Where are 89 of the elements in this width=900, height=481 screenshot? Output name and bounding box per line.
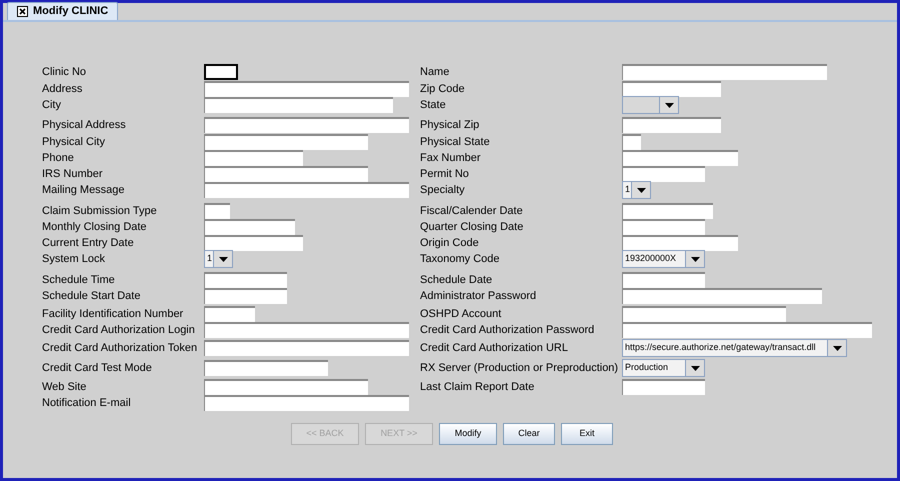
field-label: Permit No xyxy=(420,167,470,182)
caret-icon xyxy=(218,256,228,262)
caret-icon xyxy=(636,188,646,192)
field-label: Name xyxy=(420,65,450,80)
text-field[interactable] xyxy=(622,235,738,251)
field-label: Facility Identification Number xyxy=(42,307,184,322)
text-field[interactable] xyxy=(204,395,409,411)
text-field[interactable] xyxy=(204,272,287,288)
text-field[interactable] xyxy=(622,288,822,304)
text-field[interactable] xyxy=(204,166,368,182)
field-label: Taxonomy Code xyxy=(420,252,500,267)
field-label: Current Entry Date xyxy=(42,236,135,251)
field-label: Physical Zip xyxy=(420,118,480,133)
text-field[interactable] xyxy=(204,340,409,356)
dropdown[interactable]: 193200000X xyxy=(622,250,705,268)
field-label: Physical Address xyxy=(42,118,127,133)
field-label: Fax Number xyxy=(420,151,482,166)
field-label: Last Claim Report Date xyxy=(420,380,536,395)
text-field[interactable] xyxy=(622,322,872,338)
field-label: Credit Card Authorization URL xyxy=(420,341,569,356)
button[interactable]: Exit xyxy=(561,423,613,445)
text-field[interactable] xyxy=(622,81,721,97)
dropdown[interactable]: 1 xyxy=(204,250,233,268)
field-label: RX Server (Production or Preproduction) xyxy=(420,361,620,376)
text-field[interactable] xyxy=(622,117,721,133)
text-field[interactable] xyxy=(204,117,409,133)
field-label: Web Site xyxy=(42,380,88,395)
field-label: Credit Card Authorization Token xyxy=(42,341,198,356)
text-field[interactable] xyxy=(204,134,368,150)
dropdown[interactable]: 1 xyxy=(622,181,651,199)
text-field[interactable] xyxy=(204,182,409,198)
text-field[interactable] xyxy=(622,150,738,166)
field-label: Specialty xyxy=(420,183,466,198)
field-label: Physical City xyxy=(42,135,106,150)
field-label: Quarter Closing Date xyxy=(420,220,524,235)
field-label: Notification E-mail xyxy=(42,396,132,411)
text-field[interactable] xyxy=(622,219,705,235)
caret-icon xyxy=(832,346,842,350)
text-field[interactable] xyxy=(622,134,641,150)
field-label: Fiscal/Calender Date xyxy=(420,204,524,219)
field-label: Zip Code xyxy=(420,82,466,97)
text-field[interactable] xyxy=(204,81,409,97)
tab[interactable]: Modify CLINIC xyxy=(7,2,118,20)
caret-icon xyxy=(664,102,674,108)
field-label: State xyxy=(420,98,447,113)
text-field[interactable] xyxy=(204,64,238,80)
text-field[interactable] xyxy=(622,272,705,288)
field-label: Schedule Time xyxy=(42,273,116,288)
text-field[interactable] xyxy=(204,306,255,322)
field-label: OSHPD Account xyxy=(420,307,502,322)
text-field[interactable] xyxy=(204,150,303,166)
field-label: Physical State xyxy=(420,135,491,150)
field-label: Origin Code xyxy=(420,236,480,251)
dropdown[interactable]: Production xyxy=(622,359,705,377)
text-field[interactable] xyxy=(204,235,303,251)
text-field[interactable] xyxy=(204,288,287,304)
field-label: Address xyxy=(42,82,84,97)
field-label: Mailing Message xyxy=(42,183,126,198)
button[interactable]: Clear xyxy=(503,423,555,445)
text-field[interactable] xyxy=(622,203,713,219)
field-label: Credit Card Authorization Login xyxy=(42,323,196,338)
field-label: IRS Number xyxy=(42,167,104,182)
caret-icon xyxy=(690,256,700,262)
caret-icon xyxy=(690,366,700,370)
field-label: Clinic No xyxy=(42,65,88,80)
field-label: Credit Card Test Mode xyxy=(42,361,153,376)
field-label: Claim Submission Type xyxy=(42,204,158,219)
field-label: Phone xyxy=(42,151,75,166)
button[interactable]: Modify xyxy=(439,423,497,445)
field-label: Schedule Date xyxy=(420,273,494,288)
field-label: Administrator Password xyxy=(420,289,538,304)
dropdown[interactable] xyxy=(622,96,679,114)
text-field[interactable] xyxy=(622,379,705,395)
text-field[interactable] xyxy=(204,379,368,395)
field-label: System Lock xyxy=(42,252,106,267)
field-label: Schedule Start Date xyxy=(42,289,142,304)
text-field[interactable] xyxy=(204,219,295,235)
field-label: City xyxy=(42,98,62,113)
close-icon[interactable] xyxy=(17,6,28,17)
dropdown[interactable]: https://secure.authorize.net/gateway/transact.dll xyxy=(622,339,847,357)
text-field[interactable] xyxy=(622,166,705,182)
text-field[interactable] xyxy=(622,306,786,322)
field-label: Monthly Closing Date xyxy=(42,220,148,235)
text-field[interactable] xyxy=(622,64,827,80)
field-label: Credit Card Authorization Password xyxy=(420,323,596,338)
text-field[interactable] xyxy=(204,203,230,219)
text-field[interactable] xyxy=(204,360,328,376)
text-field[interactable] xyxy=(204,322,409,338)
text-field[interactable] xyxy=(204,97,393,113)
